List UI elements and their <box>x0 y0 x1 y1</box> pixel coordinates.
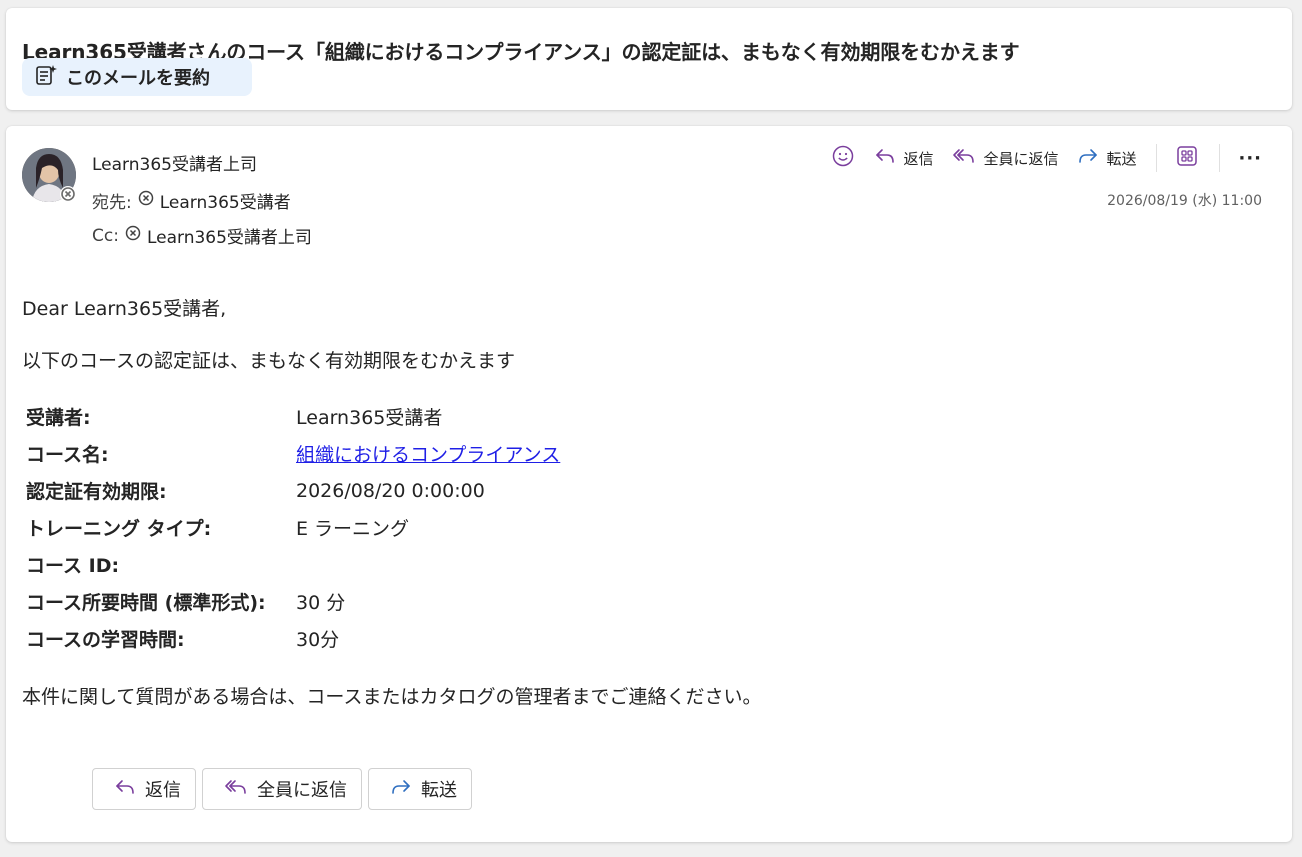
detail-label: コース名: <box>26 444 109 466</box>
intro-text: 以下のコースの認定証は、まもなく有効期限をむかえます <box>22 350 516 372</box>
forward-button[interactable]: 転送 <box>1076 144 1136 172</box>
detail-row: コース名: 組織におけるコンプライアンス <box>26 435 560 472</box>
copilot-summary-icon <box>34 63 58 92</box>
to-label: 宛先: <box>92 193 132 213</box>
bottom-forward-button[interactable]: 転送 <box>368 768 472 810</box>
bottom-actions: 返信 全員に返信 転送 <box>92 768 472 810</box>
message-timestamp: 2026/08/19 (水) 11:00 <box>1107 193 1262 209</box>
apps-icon <box>1175 144 1199 172</box>
detail-value: Learn365受講者 <box>296 407 443 429</box>
cc-status-icon <box>125 225 141 246</box>
bottom-reply-all-label: 全員に返信 <box>257 780 347 801</box>
cc-recipient[interactable]: Learn365受講者上司 <box>147 223 312 248</box>
detail-row: コース所要時間 (標準形式): 30 分 <box>26 583 560 620</box>
message-toolbar: 返信 全員に返信 転送 ··· <box>831 144 1262 172</box>
reply-all-button[interactable]: 全員に返信 <box>951 144 1058 172</box>
presence-offline-icon <box>60 186 76 202</box>
apps-button[interactable] <box>1175 144 1199 172</box>
detail-label: 認定証有効期限: <box>26 481 167 503</box>
cc-recipients: Cc: Learn365受講者上司 <box>92 223 312 249</box>
reply-button[interactable]: 返信 <box>873 144 933 172</box>
detail-label: コースの学習時間: <box>26 629 185 651</box>
bottom-reply-button[interactable]: 返信 <box>92 768 196 810</box>
detail-row: コースの学習時間: 30分 <box>26 620 560 657</box>
to-status-icon <box>138 190 154 211</box>
detail-label: 受講者: <box>26 407 91 429</box>
forward-label: 転送 <box>1106 149 1137 168</box>
detail-value: E ラーニング <box>296 518 410 540</box>
message-card: Learn365受講者上司 宛先: Learn365受講者 Cc: Learn3… <box>6 126 1292 842</box>
emoji-icon <box>831 144 855 172</box>
detail-row: トレーニング タイプ: E ラーニング <box>26 509 560 546</box>
bottom-reply-all-button[interactable]: 全員に返信 <box>202 768 362 810</box>
detail-label: コース ID: <box>26 555 120 577</box>
forward-icon <box>389 775 413 804</box>
bottom-forward-label: 転送 <box>421 780 457 801</box>
to-recipients: 宛先: Learn365受講者 <box>92 188 291 213</box>
course-name-link[interactable]: 組織におけるコンプライアンス <box>296 444 560 466</box>
detail-row: コース ID: <box>26 546 560 583</box>
detail-value: 2026/08/20 0:00:00 <box>296 479 485 502</box>
more-actions-button[interactable]: ··· <box>1238 148 1262 169</box>
subject-card: Learn365受講者さんのコース「組織におけるコンプライアンス」の認定証は、ま… <box>6 8 1292 110</box>
footer-text: 本件に関して質問がある場合は、コースまたはカタログの管理者までご連絡ください。 <box>22 686 762 708</box>
reply-label: 返信 <box>903 149 934 168</box>
greeting: Dear Learn365受講者, <box>22 298 227 320</box>
reply-all-icon <box>223 775 249 804</box>
detail-label: トレーニング タイプ: <box>26 518 212 540</box>
sender-name[interactable]: Learn365受講者上司 <box>92 150 257 175</box>
detail-value: 30 分 <box>296 592 346 614</box>
bottom-reply-label: 返信 <box>145 780 181 801</box>
toolbar-divider <box>1219 144 1221 172</box>
reply-all-icon <box>951 144 977 172</box>
emoji-reaction-button[interactable] <box>831 144 855 172</box>
forward-icon <box>1076 144 1100 172</box>
detail-row: 受講者: Learn365受講者 <box>26 398 560 435</box>
detail-row: 認定証有効期限: 2026/08/20 0:00:00 <box>26 472 560 509</box>
cc-label: Cc: <box>92 225 119 246</box>
reply-icon <box>113 775 137 804</box>
toolbar-divider <box>1156 144 1158 172</box>
reply-icon <box>873 144 897 172</box>
more-icon: ··· <box>1238 147 1262 169</box>
to-recipient[interactable]: Learn365受講者 <box>160 188 291 213</box>
detail-label: コース所要時間 (標準形式): <box>26 592 266 614</box>
summarize-label: このメールを要約 <box>66 68 210 89</box>
summarize-email-button[interactable]: このメールを要約 <box>22 58 252 96</box>
reply-all-label: 全員に返信 <box>983 149 1059 168</box>
course-details: 受講者: Learn365受講者 コース名: 組織におけるコンプライアンス 認定… <box>26 398 560 657</box>
detail-value: 30分 <box>296 629 340 651</box>
